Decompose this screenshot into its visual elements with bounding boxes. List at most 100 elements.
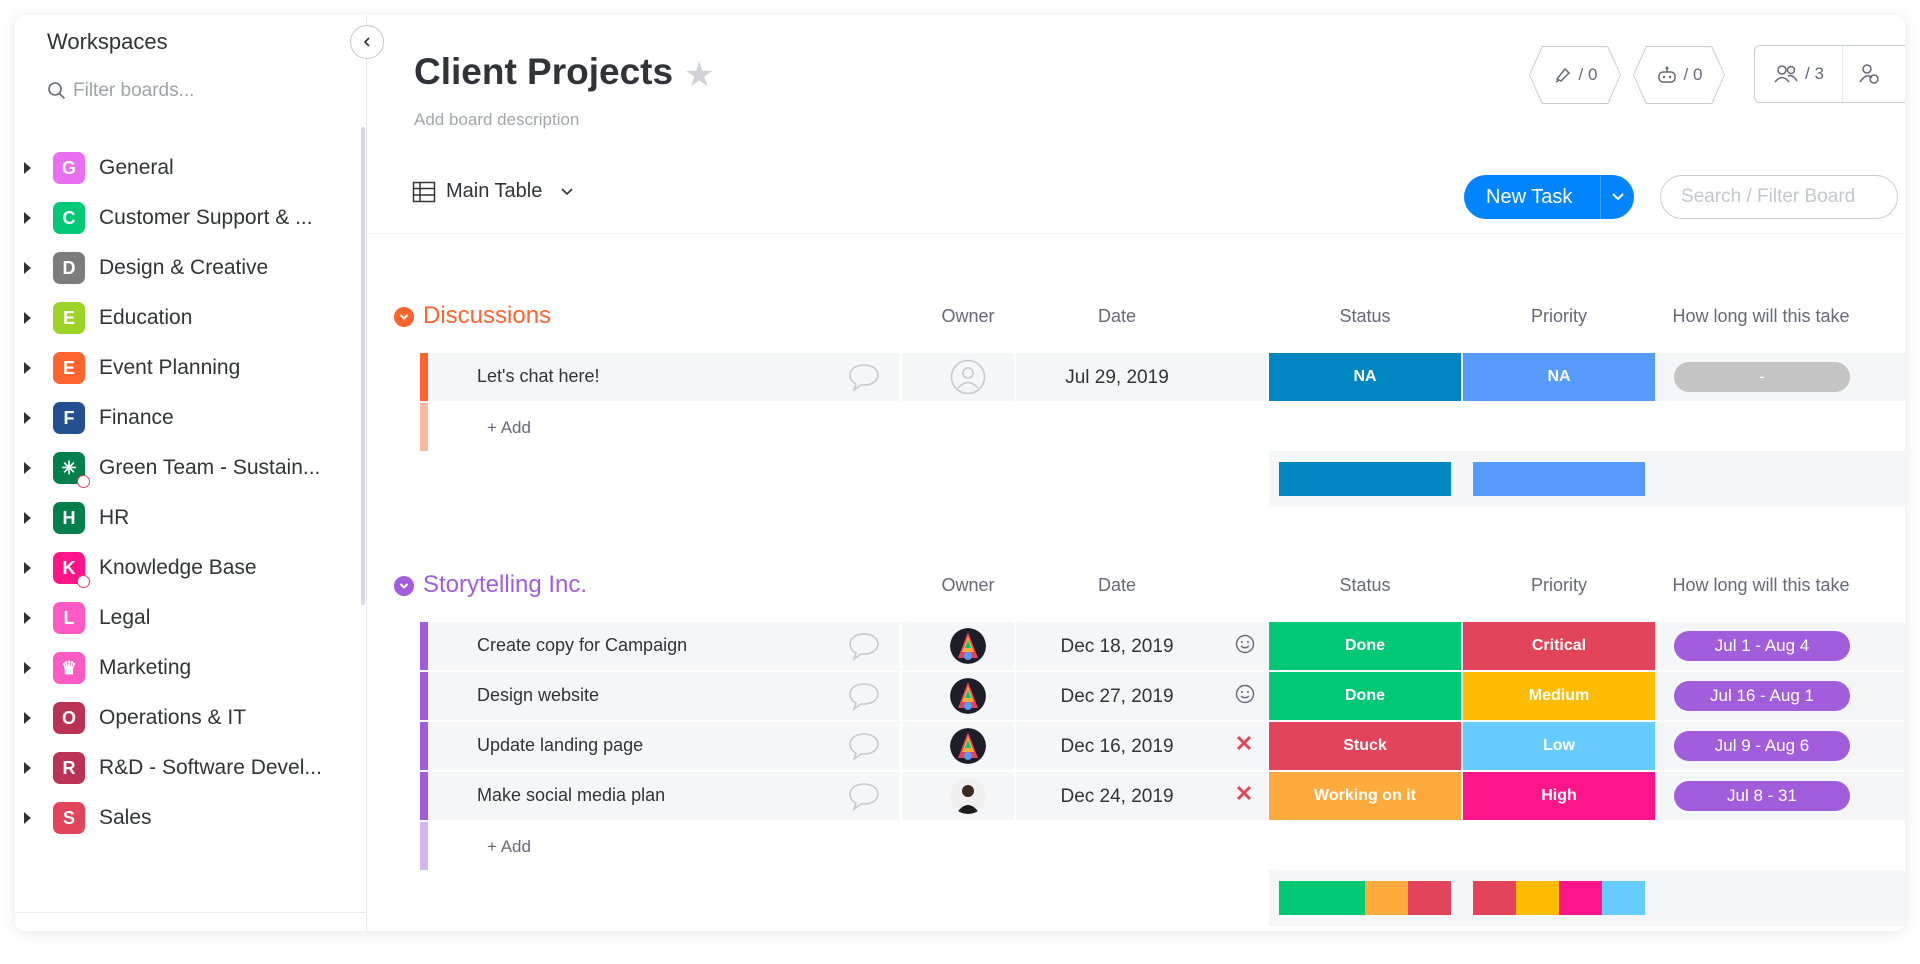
summary-priority-bar[interactable] [1473, 881, 1645, 915]
date-cell[interactable]: Dec 16, 2019 [1032, 736, 1202, 758]
collapse-sidebar-button[interactable] [350, 25, 384, 59]
sidebar-scrollbar[interactable] [361, 127, 365, 605]
group-name[interactable]: Storytelling Inc. [423, 571, 587, 599]
timeline-pill[interactable]: Jul 8 - 31 [1674, 781, 1850, 811]
board-title[interactable]: Client Projects [414, 51, 673, 93]
caret-right-icon[interactable] [24, 262, 31, 274]
owner-avatar[interactable] [950, 678, 986, 714]
workspace-item[interactable]: ✳ Green Team - Sustain... [15, 443, 355, 493]
column-header-priority[interactable]: Priority [1463, 575, 1655, 596]
status-cell[interactable]: Done [1269, 622, 1461, 670]
caret-right-icon[interactable] [24, 212, 31, 224]
task-name[interactable]: Design website [477, 685, 599, 706]
comment-icon[interactable] [847, 730, 881, 762]
date-cell[interactable]: Dec 27, 2019 [1032, 686, 1202, 708]
main-table-view-tab[interactable]: Main Table [412, 180, 574, 203]
add-item-button[interactable]: + Add [487, 837, 531, 857]
new-task-dropdown[interactable] [1601, 192, 1634, 202]
table-row[interactable]: Let's chat here! Jul 29, 2019 NA NA - [367, 353, 1905, 401]
date-cell[interactable]: Dec 24, 2019 [1032, 786, 1202, 808]
column-header-time[interactable]: How long will this take [1659, 306, 1863, 327]
priority-cell[interactable]: Medium [1463, 672, 1655, 720]
status-cell[interactable]: NA [1269, 353, 1461, 401]
timeline-pill[interactable]: Jul 1 - Aug 4 [1674, 631, 1850, 661]
workspace-item[interactable]: H HR [15, 493, 355, 543]
group-collapse-toggle[interactable] [394, 576, 414, 596]
table-row[interactable]: Make social media plan Dec 24, 2019 Workin… [367, 772, 1905, 820]
column-header-date[interactable]: Date [1032, 306, 1202, 327]
add-item-button[interactable]: + Add [487, 418, 531, 438]
summary-priority-bar[interactable] [1473, 462, 1645, 496]
task-name[interactable]: Create copy for Campaign [477, 635, 687, 656]
priority-cell[interactable]: High [1463, 772, 1655, 820]
members-button[interactable]: / 3 [1755, 46, 1843, 102]
caret-right-icon[interactable] [24, 762, 31, 774]
workspace-item[interactable]: C Customer Support & ... [15, 193, 355, 243]
task-name[interactable]: Update landing page [477, 735, 643, 756]
add-item-row[interactable]: + Add [367, 403, 1905, 451]
comment-icon[interactable] [847, 680, 881, 712]
caret-right-icon[interactable] [24, 812, 31, 824]
group-name[interactable]: Discussions [423, 302, 551, 330]
search-filter-board-input[interactable]: Search / Filter Board [1660, 175, 1898, 219]
column-header-status[interactable]: Status [1269, 575, 1461, 596]
chevron-down-icon[interactable] [560, 187, 574, 197]
caret-right-icon[interactable] [24, 562, 31, 574]
timeline-pill[interactable]: Jul 9 - Aug 6 [1674, 731, 1850, 761]
column-header-time[interactable]: How long will this take [1659, 575, 1863, 596]
priority-cell[interactable]: NA [1463, 353, 1655, 401]
column-header-owner[interactable]: Owner [922, 306, 1014, 327]
caret-right-icon[interactable] [24, 362, 31, 374]
column-header-priority[interactable]: Priority [1463, 306, 1655, 327]
timeline-pill[interactable]: - [1674, 362, 1850, 392]
owner-placeholder-icon[interactable] [950, 359, 986, 395]
workspace-item[interactable]: ♛ Marketing [15, 643, 355, 693]
workspace-item[interactable]: R R&D - Software Devel... [15, 743, 355, 793]
workspace-item[interactable]: E Education [15, 293, 355, 343]
status-cell[interactable]: Working on it [1269, 772, 1461, 820]
summary-status-bar[interactable] [1279, 462, 1451, 496]
workspace-item[interactable]: G General [15, 143, 355, 193]
task-name[interactable]: Let's chat here! [477, 366, 600, 387]
star-icon[interactable]: ★ [684, 55, 714, 95]
date-cell[interactable]: Dec 18, 2019 [1032, 636, 1202, 658]
caret-right-icon[interactable] [24, 662, 31, 674]
status-cell[interactable]: Done [1269, 672, 1461, 720]
column-header-owner[interactable]: Owner [922, 575, 1014, 596]
owner-avatar[interactable] [950, 628, 986, 664]
owner-avatar[interactable] [950, 728, 986, 764]
caret-right-icon[interactable] [24, 312, 31, 324]
caret-right-icon[interactable] [24, 512, 31, 524]
workspace-item[interactable]: E Event Planning [15, 343, 355, 393]
group-collapse-toggle[interactable] [394, 307, 414, 327]
column-header-date[interactable]: Date [1032, 575, 1202, 596]
workspace-item[interactable]: S Sales [15, 793, 355, 843]
status-cell[interactable]: Stuck [1269, 722, 1461, 770]
column-header-status[interactable]: Status [1269, 306, 1461, 327]
caret-right-icon[interactable] [24, 412, 31, 424]
owner-avatar[interactable] [950, 778, 986, 814]
table-row[interactable]: Create copy for Campaign Dec 18, 2019 Done… [367, 622, 1905, 670]
date-cell[interactable]: Jul 29, 2019 [1032, 367, 1202, 389]
workspace-item[interactable]: D Design & Creative [15, 243, 355, 293]
workspace-item[interactable]: K Knowledge Base [15, 543, 355, 593]
caret-right-icon[interactable] [24, 162, 31, 174]
caret-right-icon[interactable] [24, 712, 31, 724]
workspace-item[interactable]: L Legal [15, 593, 355, 643]
task-name[interactable]: Make social media plan [477, 785, 665, 806]
table-row[interactable]: Design website Dec 27, 2019 Done Medium Jul … [367, 672, 1905, 720]
timeline-pill[interactable]: Jul 16 - Aug 1 [1674, 681, 1850, 711]
workspace-item[interactable]: O Operations & IT [15, 693, 355, 743]
comment-icon[interactable] [847, 361, 881, 393]
board-description-field[interactable]: Add board description [414, 110, 579, 130]
add-item-row[interactable]: + Add [367, 822, 1905, 870]
filter-boards-input[interactable]: Filter boards... [47, 80, 194, 102]
workspace-item[interactable]: F Finance [15, 393, 355, 443]
priority-cell[interactable]: Low [1463, 722, 1655, 770]
table-row[interactable]: Update landing page Dec 16, 2019 Stuck Low J… [367, 722, 1905, 770]
guest-access-button[interactable] [1843, 46, 1895, 102]
caret-right-icon[interactable] [24, 612, 31, 624]
summary-status-bar[interactable] [1279, 881, 1451, 915]
automations-button[interactable]: / 0 [1634, 47, 1724, 103]
comment-icon[interactable] [847, 780, 881, 812]
